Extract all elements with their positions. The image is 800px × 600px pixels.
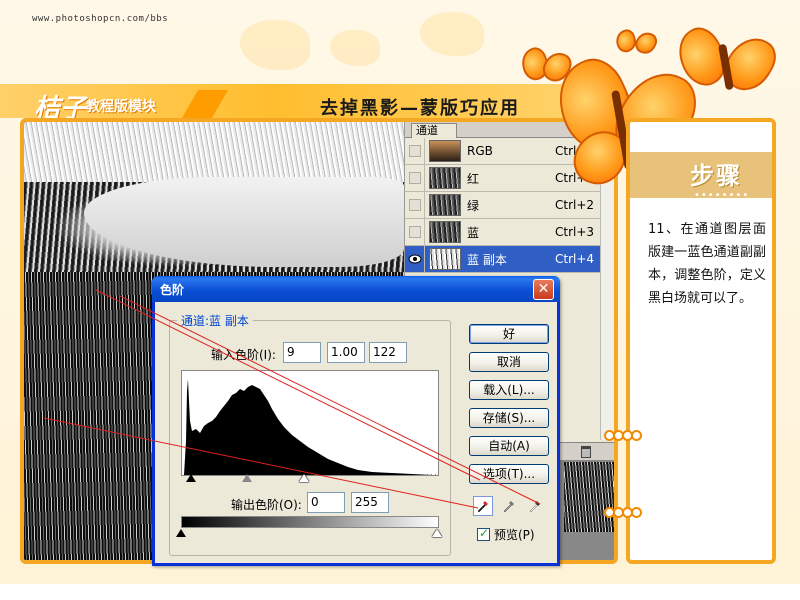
tab-channels[interactable]: 通道: [411, 123, 457, 138]
channel-thumbnail: [429, 167, 461, 189]
bg-butterfly-decoration: [240, 20, 310, 70]
canvas-edge: [564, 462, 614, 532]
visibility-toggle[interactable]: [405, 191, 425, 219]
canvas-water: [84, 177, 404, 267]
channel-row-blue-copy[interactable]: 蓝 副本 Ctrl+4: [405, 245, 614, 273]
channel-name: RGB: [467, 144, 493, 158]
ok-button[interactable]: 好: [469, 324, 549, 344]
output-gradient: [181, 516, 439, 528]
load-button[interactable]: 载入(L)...: [469, 380, 549, 400]
steps-title: 步骤: [690, 162, 742, 190]
output-black-handle[interactable]: [176, 529, 186, 537]
input-slider[interactable]: [181, 474, 439, 484]
output-black-field[interactable]: 0: [307, 492, 345, 513]
step-instruction: 11、在通道图层面版建一蓝色通道副副本，调整色阶，定义黑白场就可以了。: [648, 222, 766, 306]
site-logo-subtitle: 教程版模块: [86, 99, 156, 115]
preview-checkbox[interactable]: 预览(P): [477, 526, 535, 543]
output-levels-label: 输出色阶(O):: [231, 498, 302, 512]
preview-label: 预览(P): [494, 528, 535, 542]
steps-dots: ••••••••: [694, 190, 750, 201]
output-white-field[interactable]: 255: [351, 492, 389, 513]
channel-row-blue[interactable]: 蓝 Ctrl+3: [405, 218, 614, 246]
bg-butterfly-decoration: [330, 30, 380, 66]
tutorial-page: www.photoshopcn.com/bbs 桔子 教程版模块 去掉黑影—蒙版…: [0, 0, 800, 600]
gray-eyedropper-icon[interactable]: [499, 496, 519, 516]
dialog-titlebar[interactable]: 色阶 ✕: [152, 276, 560, 302]
histogram-graph: [182, 379, 438, 475]
channel-name: 蓝 副本: [467, 252, 507, 267]
dialog-title: 色阶: [160, 283, 185, 297]
channel-row-green[interactable]: 绿 Ctrl+2: [405, 191, 614, 219]
ring-decoration: [604, 430, 642, 441]
visibility-toggle[interactable]: [405, 218, 425, 246]
channel-selector-label[interactable]: 通道:蓝 副本: [177, 312, 253, 329]
save-button[interactable]: 存储(S)...: [469, 408, 549, 428]
levels-dialog: 色阶 ✕ 通道:蓝 副本 输入色阶(I): 9 1.00 122 输出色阶(O)…: [152, 276, 560, 566]
channel-name: 蓝: [467, 225, 480, 240]
checkbox-checked-icon[interactable]: [477, 526, 490, 541]
input-white-field[interactable]: 122: [369, 342, 407, 363]
channel-name: 绿: [467, 198, 480, 213]
channel-thumbnail: [429, 140, 461, 162]
output-white-handle[interactable]: [432, 529, 442, 537]
black-eyedropper-icon[interactable]: [473, 496, 493, 516]
white-eyedropper-icon[interactable]: [525, 496, 545, 516]
trash-icon[interactable]: [581, 446, 591, 458]
visibility-toggle[interactable]: [405, 164, 425, 192]
options-button[interactable]: 选项(T)...: [469, 464, 549, 484]
white-point-handle[interactable]: [299, 474, 309, 482]
bg-butterfly-decoration: [420, 12, 484, 56]
eye-icon[interactable]: [405, 245, 425, 273]
histogram: [181, 370, 439, 476]
close-button[interactable]: ✕: [533, 279, 554, 300]
gamma-handle[interactable]: [242, 474, 252, 482]
footer-band: [0, 584, 800, 600]
visibility-toggle[interactable]: [405, 137, 425, 165]
channel-name: 红: [467, 171, 480, 186]
input-black-field[interactable]: 9: [283, 342, 321, 363]
channel-thumbnail: [429, 221, 461, 243]
auto-button[interactable]: 自动(A): [469, 436, 549, 456]
steps-panel: 步骤 •••••••• 11、在通道图层面版建一蓝色通道副副本，调整色阶，定义黑…: [626, 118, 776, 564]
black-point-handle[interactable]: [186, 474, 196, 482]
input-levels-label: 输入色阶(I):: [211, 348, 276, 362]
input-gamma-field[interactable]: 1.00: [327, 342, 365, 363]
ring-decoration: [604, 507, 642, 518]
channel-thumbnail: [429, 248, 461, 270]
site-url: www.photoshopcn.com/bbs: [32, 14, 169, 24]
channel-thumbnail: [429, 194, 461, 216]
output-slider[interactable]: [176, 529, 442, 539]
canvas-sky: [24, 122, 404, 182]
lesson-title: 去掉黑影—蒙版巧应用: [320, 98, 520, 119]
cancel-button[interactable]: 取消: [469, 352, 549, 372]
